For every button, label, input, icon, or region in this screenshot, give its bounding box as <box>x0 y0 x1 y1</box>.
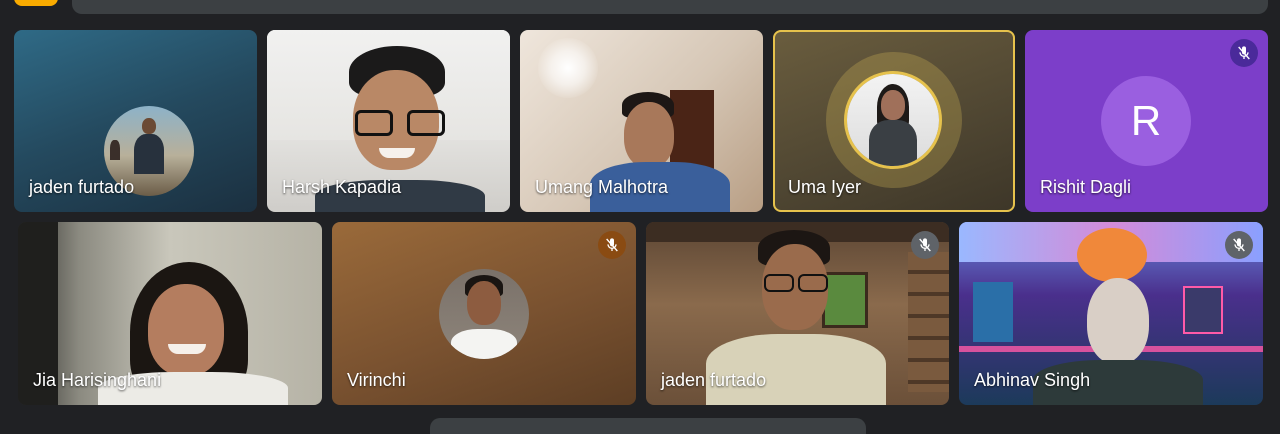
participant-tile-jaden-furtado[interactable]: jaden furtado <box>14 30 257 212</box>
mic-off-icon <box>1230 39 1258 67</box>
participant-tile-uma-iyer[interactable]: Uma Iyer <box>773 30 1015 212</box>
top-bar <box>0 0 1280 18</box>
participant-name: jaden furtado <box>661 370 767 390</box>
mic-off-icon <box>1225 231 1253 259</box>
participant-tile-virinchi[interactable]: Virinchi <box>332 222 636 405</box>
participant-tile-rishit-dagli[interactable]: R Rishit Dagli <box>1025 30 1268 212</box>
avatar-initial: R <box>1130 97 1162 144</box>
participant-tile-jia-harisinghani[interactable]: Jia Harisinghani <box>18 222 322 405</box>
app-logo <box>14 0 58 6</box>
avatar: R <box>1101 76 1191 166</box>
top-toolbar-strip <box>72 0 1268 14</box>
participant-name: Harsh Kapadia <box>282 177 402 197</box>
participant-name: Jia Harisinghani <box>33 370 162 390</box>
participant-name: Abhinav Singh <box>974 370 1091 390</box>
participant-tile-jaden-furtado-2[interactable]: jaden furtado <box>646 222 949 405</box>
participant-tile-umang-malhotra[interactable]: Umang Malhotra <box>520 30 763 212</box>
participant-tile-harsh-kapadia[interactable]: Harsh Kapadia <box>267 30 510 212</box>
avatar <box>847 74 939 166</box>
mic-off-icon <box>911 231 939 259</box>
bottom-controls-strip <box>430 418 866 434</box>
participant-name: Umang Malhotra <box>535 177 669 197</box>
participant-name: Rishit Dagli <box>1040 177 1132 197</box>
avatar <box>439 269 529 359</box>
participant-name: Uma Iyer <box>788 177 862 197</box>
participant-name: Virinchi <box>347 370 406 390</box>
mic-off-icon <box>598 231 626 259</box>
participant-tile-abhinav-singh[interactable]: Abhinav Singh <box>959 222 1263 405</box>
participant-name: jaden furtado <box>29 177 135 197</box>
